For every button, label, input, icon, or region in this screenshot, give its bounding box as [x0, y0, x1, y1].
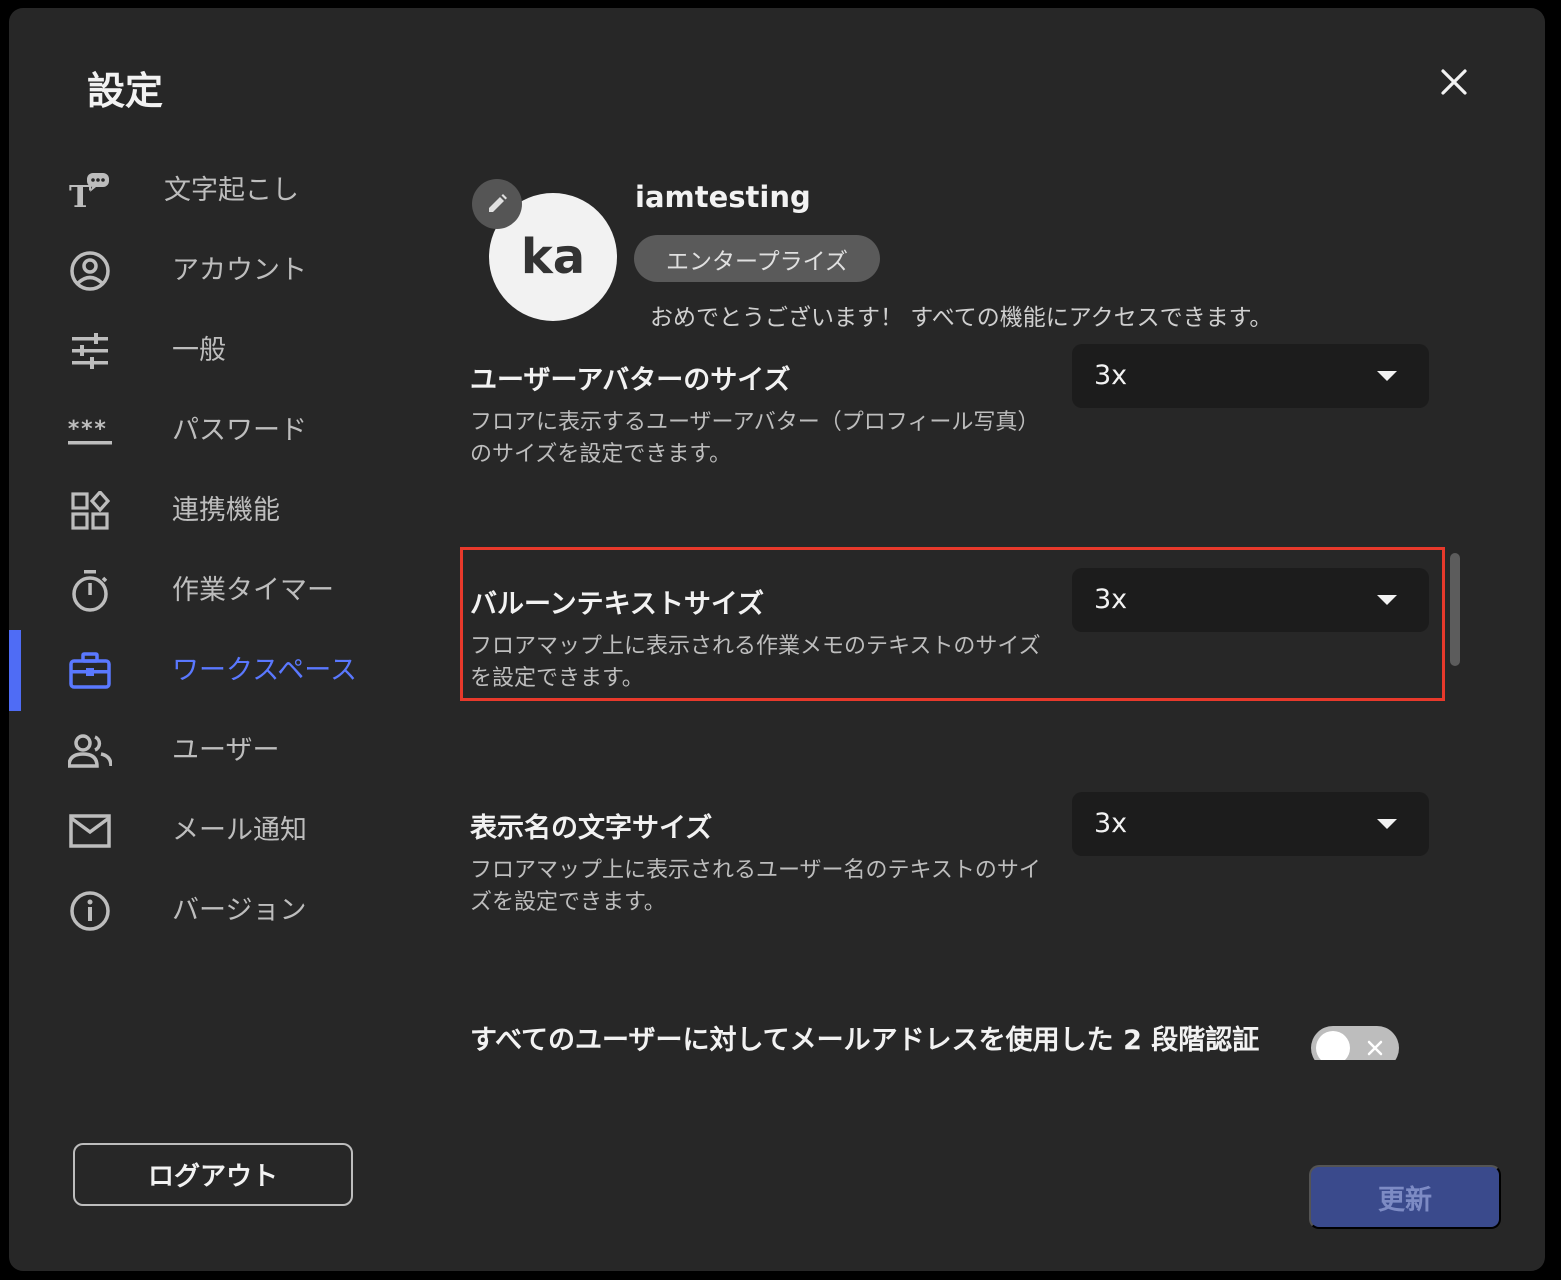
- info-icon: [65, 889, 115, 933]
- sidebar-item-label: ユーザー: [172, 735, 280, 766]
- sidebar-item-label: 連携機能: [172, 495, 280, 526]
- edit-avatar-button[interactable]: [472, 179, 522, 229]
- sliders-icon: [65, 329, 115, 373]
- caret-down-icon: [1377, 819, 1397, 829]
- sidebar-item-label: 一般: [172, 335, 226, 366]
- sidebar-item-users[interactable]: ユーザー: [9, 711, 429, 791]
- pencil-icon: [489, 194, 507, 212]
- users-icon: [65, 729, 115, 773]
- sidebar-item-label: メール通知: [172, 815, 307, 846]
- highlight-box: [460, 547, 1445, 701]
- briefcase-icon: [65, 649, 115, 693]
- sidebar-item-workspace[interactable]: ワークスペース: [9, 631, 429, 711]
- avatar-initials: ka: [520, 229, 586, 285]
- password-icon: ***: [65, 409, 115, 453]
- username: iamtesting: [635, 180, 811, 214]
- mail-icon: [65, 809, 115, 853]
- scroll-clip: [429, 1060, 1459, 1100]
- sidebar-item-work-timer[interactable]: 作業タイマー: [9, 551, 429, 631]
- select-value: 3x: [1094, 360, 1128, 391]
- avatar-size-select[interactable]: 3x: [1072, 344, 1429, 408]
- sidebar-item-mail-notifications[interactable]: メール通知: [9, 791, 429, 871]
- caret-down-icon: [1377, 371, 1397, 381]
- sidebar-item-label: アカウント: [172, 255, 307, 286]
- dialog-title: 設定: [87, 69, 164, 113]
- settings-dialog: 設定 T 文字起こし アカウント 一般 *** パスワード 連携機能 作業タイマ…: [9, 8, 1545, 1271]
- close-button[interactable]: [1433, 61, 1475, 103]
- close-icon: [1367, 1040, 1383, 1056]
- sidebar-item-password[interactable]: *** パスワード: [9, 391, 429, 471]
- sidebar-item-label: ワークスペース: [172, 655, 357, 686]
- display-name-size-select[interactable]: 3x: [1072, 792, 1429, 856]
- integrations-icon: [65, 489, 115, 533]
- logout-button[interactable]: ログアウト: [73, 1143, 353, 1206]
- sidebar-item-label: 文字起こし: [164, 175, 299, 206]
- select-value: 3x: [1094, 808, 1128, 839]
- timer-icon: [65, 569, 115, 613]
- update-button[interactable]: 更新: [1309, 1165, 1501, 1229]
- plan-message: おめでとうございます！ すべての機能にアクセスできます。: [650, 305, 1273, 331]
- sidebar-item-label: バージョン: [172, 895, 307, 926]
- account-icon: [65, 249, 115, 293]
- display-name-size-title: 表示名の文字サイズ: [470, 813, 713, 844]
- sidebar-item-integrations[interactable]: 連携機能: [9, 471, 429, 551]
- avatar-size-title: ユーザーアバターのサイズ: [470, 365, 791, 396]
- sidebar-item-general[interactable]: 一般: [9, 311, 429, 391]
- transcription-icon: T: [65, 169, 115, 213]
- sidebar-item-label: パスワード: [172, 415, 307, 446]
- sidebar-item-account[interactable]: アカウント: [9, 231, 429, 311]
- close-icon: [1441, 69, 1467, 95]
- display-name-size-description: フロアマップ上に表示されるユーザー名のテキストのサイズを設定できます。: [470, 858, 1041, 915]
- sidebar-item-version[interactable]: バージョン: [9, 871, 429, 951]
- sidebar-item-label: 作業タイマー: [172, 575, 334, 606]
- svg-text:***: ***: [67, 417, 107, 442]
- two-factor-title: すべてのユーザーに対してメールアドレスを使用した 2 段階認証: [470, 1025, 1260, 1056]
- plan-badge: エンタープライズ: [634, 235, 880, 282]
- sidebar-item-transcription[interactable]: T 文字起こし: [9, 151, 429, 231]
- scrollbar-thumb[interactable]: [1450, 553, 1460, 666]
- avatar-size-description: フロアに表示するユーザーアバター（プロフィール写真）のサイズを設定できます。: [470, 410, 1040, 467]
